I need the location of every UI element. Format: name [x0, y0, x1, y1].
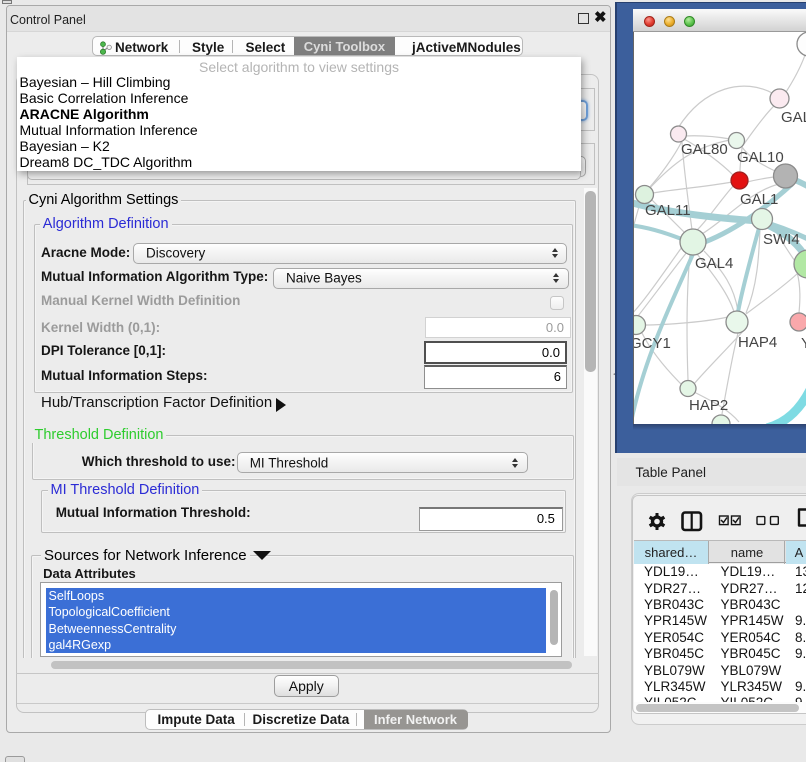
- svg-text:GAL10: GAL10: [737, 149, 784, 166]
- svg-text:HAP2: HAP2: [689, 397, 728, 414]
- svg-text:GAL1: GAL1: [740, 191, 778, 208]
- svg-text:Y: Y: [801, 335, 806, 352]
- svg-text:GAL2: GAL2: [781, 109, 806, 126]
- svg-text:GAL4: GAL4: [695, 255, 733, 272]
- svg-text:HAP4: HAP4: [738, 334, 777, 351]
- svg-text:GAL11: GAL11: [645, 202, 691, 219]
- svg-text:GAL80: GAL80: [681, 141, 728, 158]
- svg-text:SWI4: SWI4: [763, 231, 800, 248]
- svg-text:GCY1: GCY1: [634, 335, 671, 352]
